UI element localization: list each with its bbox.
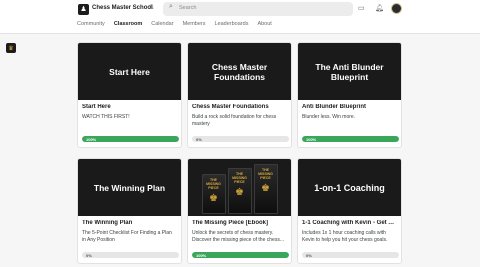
community-logo[interactable]: ♟ bbox=[78, 4, 89, 15]
progress-fill bbox=[302, 136, 399, 142]
header-divider bbox=[0, 33, 480, 34]
course-title: Chess Master Foundations bbox=[192, 104, 269, 110]
course-description: WATCH THIS FIRST! bbox=[82, 114, 130, 120]
nav-tabs: Community Classroom Calendar Members Lea… bbox=[77, 20, 281, 34]
progress-bar: 0% bbox=[302, 252, 399, 258]
crown-icon: ♛ bbox=[8, 45, 14, 52]
course-card-chess-master-foundations[interactable]: Chess Master Foundations Chess Master Fo… bbox=[187, 42, 292, 148]
community-badge[interactable]: ♛ bbox=[6, 43, 16, 53]
book-title: THE MISSING PIECE bbox=[206, 177, 221, 190]
progress-bar: 100% bbox=[192, 252, 289, 258]
progress-bar: 0% bbox=[82, 252, 179, 258]
thumbnail-title: The Winning Plan bbox=[93, 182, 166, 193]
search-input[interactable]: Search bbox=[179, 5, 196, 11]
thumbnail-title: Chess Master Foundations bbox=[211, 61, 268, 82]
thumbnail-title: 1-on-1 Coaching bbox=[314, 182, 385, 193]
king-icon: ♚ bbox=[209, 192, 218, 204]
avatar[interactable] bbox=[391, 3, 402, 14]
book-title: THE MISSING PIECE bbox=[232, 171, 247, 184]
book-title: THE MISSING PIECE bbox=[258, 167, 273, 180]
tab-leaderboards[interactable]: Leaderboards bbox=[215, 20, 249, 34]
book-cover: THE MISSING PIECE ♚ bbox=[201, 173, 226, 214]
course-title: 1-1 Coaching with Kevin - Get A B... bbox=[302, 220, 397, 226]
course-description: Includes 1x 1 hour coaching calls with K… bbox=[302, 230, 388, 243]
king-icon: ♚ bbox=[235, 186, 244, 198]
course-thumbnail: The Anti Blunder Blueprint bbox=[298, 43, 401, 100]
search-bar[interactable]: ⌕ Search bbox=[163, 2, 353, 16]
progress-bar: 0% bbox=[192, 136, 289, 142]
course-thumbnail: Start Here bbox=[78, 43, 181, 100]
course-card-anti-blunder-blueprint[interactable]: The Anti Blunder Blueprint Anti Blunder … bbox=[297, 42, 402, 148]
progress-fill bbox=[192, 252, 289, 258]
course-title: The Winning Plan bbox=[82, 220, 133, 226]
book-cover: THE MISSING PIECE ♚ bbox=[253, 163, 278, 214]
bell-icon[interactable]: 🔔︎ bbox=[375, 4, 384, 12]
tab-about[interactable]: About bbox=[257, 20, 271, 34]
tab-members[interactable]: Members bbox=[183, 20, 206, 34]
progress-label: 100% bbox=[196, 252, 207, 258]
course-title: Anti Blunder Blueprint bbox=[302, 104, 366, 110]
top-header: ♟ Chess Master School ⇅ ⌕ Search ▭ 🔔︎ Co… bbox=[0, 0, 480, 34]
course-card-coaching-with-kevin[interactable]: 1-on-1 Coaching 1-1 Coaching with Kevin … bbox=[297, 158, 402, 264]
switch-community-icon[interactable]: ⇅ bbox=[149, 4, 154, 11]
tab-community[interactable]: Community bbox=[77, 20, 105, 34]
course-thumbnail: 1-on-1 Coaching bbox=[298, 159, 401, 216]
progress-label: 0% bbox=[86, 252, 92, 258]
search-icon: ⌕ bbox=[169, 3, 173, 10]
ebook-cover-image: THE MISSING PIECE ♚ THE MISSING PIECE ♚ … bbox=[201, 162, 278, 214]
thumbnail-title: The Anti Blunder Blueprint bbox=[315, 61, 384, 82]
progress-bar: 100% bbox=[82, 136, 179, 142]
pawn-icon: ♟ bbox=[80, 6, 87, 13]
course-title: Start Here bbox=[82, 104, 111, 110]
community-name[interactable]: Chess Master School bbox=[92, 5, 153, 11]
course-description: Build a rock solid foundation for chess … bbox=[192, 114, 277, 127]
thumbnail-title: Start Here bbox=[109, 66, 150, 77]
chat-icon[interactable]: ▭ bbox=[358, 4, 365, 12]
course-title: The Missing Piece [Ebook] bbox=[192, 220, 269, 226]
course-card-winning-plan[interactable]: The Winning Plan The Winning Plan The 5-… bbox=[77, 158, 182, 264]
progress-fill bbox=[82, 136, 179, 142]
book-cover: THE MISSING PIECE ♚ bbox=[227, 167, 252, 214]
progress-bar: 100% bbox=[302, 136, 399, 142]
course-description: The 5-Point Checklist For Finding a Plan… bbox=[82, 230, 172, 243]
course-description: Blunder less. Win more. bbox=[302, 114, 356, 120]
progress-label: 0% bbox=[196, 136, 202, 142]
course-thumbnail: Chess Master Foundations bbox=[188, 43, 291, 100]
course-card-start-here[interactable]: Start Here Start Here WATCH THIS FIRST! … bbox=[77, 42, 182, 148]
tab-classroom[interactable]: Classroom bbox=[113, 20, 143, 34]
progress-label: 100% bbox=[306, 136, 317, 142]
progress-label: 100% bbox=[86, 136, 97, 142]
king-icon: ♚ bbox=[261, 182, 270, 194]
course-thumbnail: The Winning Plan bbox=[78, 159, 181, 216]
progress-label: 0% bbox=[306, 252, 312, 258]
course-thumbnail: THE MISSING PIECE ♚ THE MISSING PIECE ♚ … bbox=[188, 159, 291, 216]
tab-calendar[interactable]: Calendar bbox=[151, 20, 173, 34]
course-description: Unlock the secrets of chess mastery. Dis… bbox=[192, 230, 284, 243]
course-card-missing-piece-ebook[interactable]: THE MISSING PIECE ♚ THE MISSING PIECE ♚ … bbox=[187, 158, 292, 264]
